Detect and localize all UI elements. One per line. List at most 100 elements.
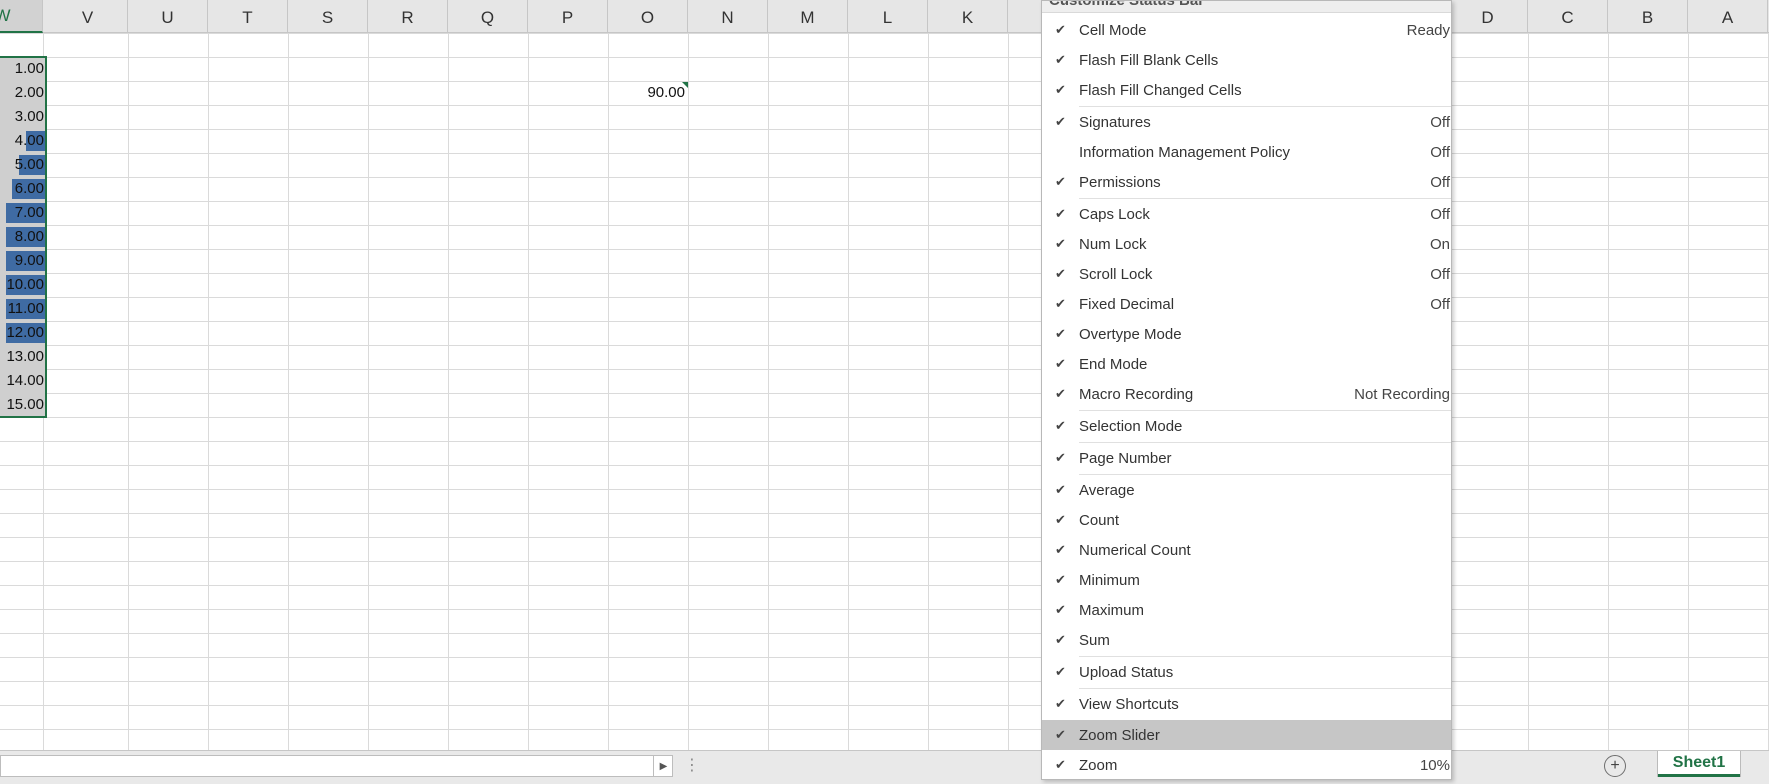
menu-item-numerical-count[interactable]: ✔ Numerical Count [1042,535,1451,565]
menu-item-caps-lock[interactable]: ✔ Caps Lock Off [1042,199,1451,229]
column-header-r[interactable]: R [368,0,448,33]
menu-item-sum[interactable]: ✔ Sum [1042,625,1451,655]
cell-w12[interactable]: 12.00 [0,321,47,345]
menu-item-overtype-mode[interactable]: ✔ Overtype Mode [1042,319,1451,349]
triangle-right-icon: ▶ [659,760,668,772]
cell-w15[interactable]: 15.00 [0,393,47,417]
cell-w8[interactable]: 8.00 [0,225,47,249]
menu-item-maximum[interactable]: ✔ Maximum [1042,595,1451,625]
menu-item-permissions[interactable]: ✔ Permissions Off [1042,167,1451,197]
menu-item-label: Upload Status [1079,663,1174,681]
menu-item-page-number[interactable]: ✔ Page Number [1042,443,1451,473]
menu-item-count[interactable]: ✔ Count [1042,505,1451,535]
column-header-w[interactable]: W [0,0,43,33]
column-header-n[interactable]: N [688,0,768,33]
split-handle[interactable]: ⋮ [684,755,700,777]
menu-item-cell-mode[interactable]: ✔ Cell Mode Ready [1042,15,1451,45]
menu-item-flash-fill-changed-cells[interactable]: ✔ Flash Fill Changed Cells [1042,75,1451,105]
scroll-right-button[interactable]: ▶ [653,755,673,777]
column-gridline [208,33,209,750]
cell-w7[interactable]: 7.00 [0,201,47,225]
new-sheet-button[interactable]: + [1604,755,1626,777]
column-gridline [288,33,289,750]
check-icon: ✔ [1055,450,1066,465]
column-header-d[interactable]: D [1448,0,1528,33]
sheet-tab-sheet1[interactable]: Sheet1 [1658,751,1740,777]
menu-item-num-lock[interactable]: ✔ Num Lock On [1042,229,1451,259]
cell-value: 14.00 [6,372,44,389]
menu-item-label: End Mode [1079,355,1148,373]
row-gridline [0,225,1769,226]
cell-value: 90.00 [647,84,685,101]
menu-item-label: Zoom Slider [1079,726,1160,744]
check-icon: ✔ [1055,52,1066,67]
cell-w13[interactable]: 13.00 [0,345,47,369]
row-gridline [0,513,1769,514]
menu-item-upload-status[interactable]: ✔ Upload Status [1042,657,1451,687]
check-icon: ✔ [1055,22,1066,37]
cell-w9[interactable]: 9.00 [0,249,47,273]
menu-item-flash-fill-blank-cells[interactable]: ✔ Flash Fill Blank Cells [1042,45,1451,75]
row-gridline [0,561,1769,562]
cell-value: 13.00 [6,348,44,365]
cell-w6[interactable]: 6.00 [0,177,47,201]
cell-w1[interactable]: 1.00 [0,57,47,81]
column-header-k[interactable]: K [928,0,1008,33]
menu-item-zoom[interactable]: ✔ Zoom 10% [1042,750,1451,779]
cell-w10[interactable]: 10.00 [0,273,47,297]
column-header-v[interactable]: V [48,0,128,33]
column-header-a[interactable]: A [1688,0,1768,33]
row-gridline [0,297,1769,298]
column-header-o[interactable]: O [608,0,688,33]
row-gridline [0,609,1769,610]
menu-item-signatures[interactable]: ✔ Signatures Off [1042,107,1451,137]
column-gridline [128,33,129,750]
check-icon: ✔ [1055,206,1066,221]
menu-item-minimum[interactable]: ✔ Minimum [1042,565,1451,595]
cell-w4[interactable]: 4.00 [0,129,47,153]
column-header-q[interactable]: Q [448,0,528,33]
menu-item-information-management-policy[interactable]: Information Management Policy Off [1042,137,1451,167]
horizontal-scrollbar[interactable] [0,755,673,777]
column-gridline [1688,33,1689,750]
check-icon: ✔ [1055,632,1066,647]
cell-w11[interactable]: 11.00 [0,297,47,321]
check-icon: ✔ [1055,266,1066,281]
check-icon: ✔ [1055,482,1066,497]
column-header-c[interactable]: C [1528,0,1608,33]
cell-w2[interactable]: 2.00 [0,81,47,105]
row-gridline [0,441,1769,442]
row-gridline [0,105,1769,106]
menu-item-value: On [1429,235,1450,253]
menu-item-label: Fixed Decimal [1079,295,1175,313]
cell-w5[interactable]: 5.00 [0,153,47,177]
check-icon: ✔ [1055,326,1066,341]
menu-item-selection-mode[interactable]: ✔ Selection Mode [1042,411,1451,441]
menu-item-value: Off [1430,113,1450,131]
menu-item-end-mode[interactable]: ✔ End Mode [1042,349,1451,379]
cell-o2[interactable]: 90.00 [608,81,688,105]
worksheet-grid[interactable]: 1.00 2.00 3.00 4.00 5.00 6.00 7.00 8.00 9.00 10.0… [0,33,1769,750]
cell-w3[interactable]: 3.00 [0,105,47,129]
menu-item-average[interactable]: ✔ Average [1042,475,1451,505]
menu-item-macro-recording[interactable]: ✔ Macro Recording Not Recording [1042,379,1451,409]
menu-item-fixed-decimal[interactable]: ✔ Fixed Decimal Off [1042,289,1451,319]
cell-value: 8.00 [14,228,44,245]
row-gridline [0,57,1769,58]
menu-item-view-shortcuts[interactable]: ✔ View Shortcuts [1042,689,1451,719]
column-header-l[interactable]: L [848,0,928,33]
column-gridline [528,33,529,750]
row-gridline [0,393,1769,394]
menu-item-zoom-slider[interactable]: ✔ Zoom Slider [1042,720,1451,750]
column-header-t[interactable]: T [208,0,288,33]
menu-item-value: 10% [1419,756,1450,774]
cell-w14[interactable]: 14.00 [0,369,47,393]
column-header-b[interactable]: B [1608,0,1688,33]
column-header-m[interactable]: M [768,0,848,33]
menu-item-scroll-lock[interactable]: ✔ Scroll Lock Off [1042,259,1451,289]
check-icon: ✔ [1055,114,1066,129]
column-header-p[interactable]: P [528,0,608,33]
check-icon: ✔ [1055,418,1066,433]
column-header-s[interactable]: S [288,0,368,33]
column-header-u[interactable]: U [128,0,208,33]
